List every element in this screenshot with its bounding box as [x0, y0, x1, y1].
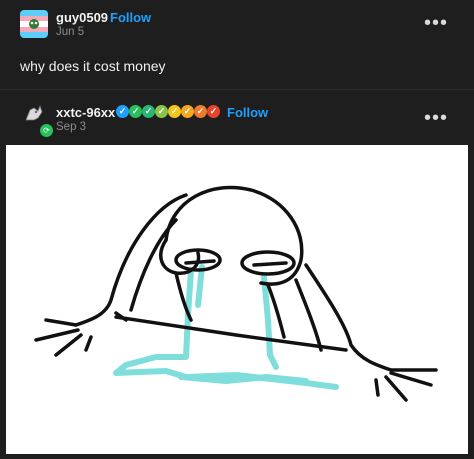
post-image[interactable]	[6, 145, 468, 454]
username[interactable]: xxtc-96xx	[56, 105, 115, 120]
more-options-icon[interactable]: •••	[424, 13, 448, 33]
badge-icon: ✓	[207, 105, 220, 118]
username[interactable]: guy0509	[56, 10, 108, 25]
more-options-icon[interactable]: •••	[424, 108, 448, 128]
badge-row[interactable]: ✓ ✓ ✓ ✓ ✓ ✓ ✓ ✓	[116, 105, 220, 119]
figure-lines	[34, 185, 438, 402]
reblog-post-header: xxtc-96xx Follow Sep 3 •••	[0, 96, 474, 136]
badge-icon: ✓	[142, 105, 155, 118]
follow-button[interactable]: Follow	[110, 10, 151, 25]
badge-icon: ✓	[181, 105, 194, 118]
follow-button[interactable]: Follow	[227, 105, 268, 120]
avatar-guy0509[interactable]	[20, 10, 48, 38]
reblog-icon: ⟳	[38, 122, 55, 139]
original-post-header: guy0509 Follow Jun 5 •••	[0, 6, 474, 46]
badge-icon: ✓	[116, 105, 129, 118]
post-date[interactable]: Jun 5	[56, 26, 84, 38]
avatar-image	[20, 10, 48, 38]
crying-drawing	[34, 185, 438, 402]
badge-icon: ✓	[129, 105, 142, 118]
divider	[0, 89, 474, 90]
badge-icon: ✓	[155, 105, 168, 118]
post-body-text: why does it cost money	[20, 58, 166, 74]
post-date[interactable]: Sep 3	[56, 121, 86, 133]
tears	[113, 264, 339, 390]
badge-icon: ✓	[194, 105, 207, 118]
badge-icon: ✓	[168, 105, 181, 118]
